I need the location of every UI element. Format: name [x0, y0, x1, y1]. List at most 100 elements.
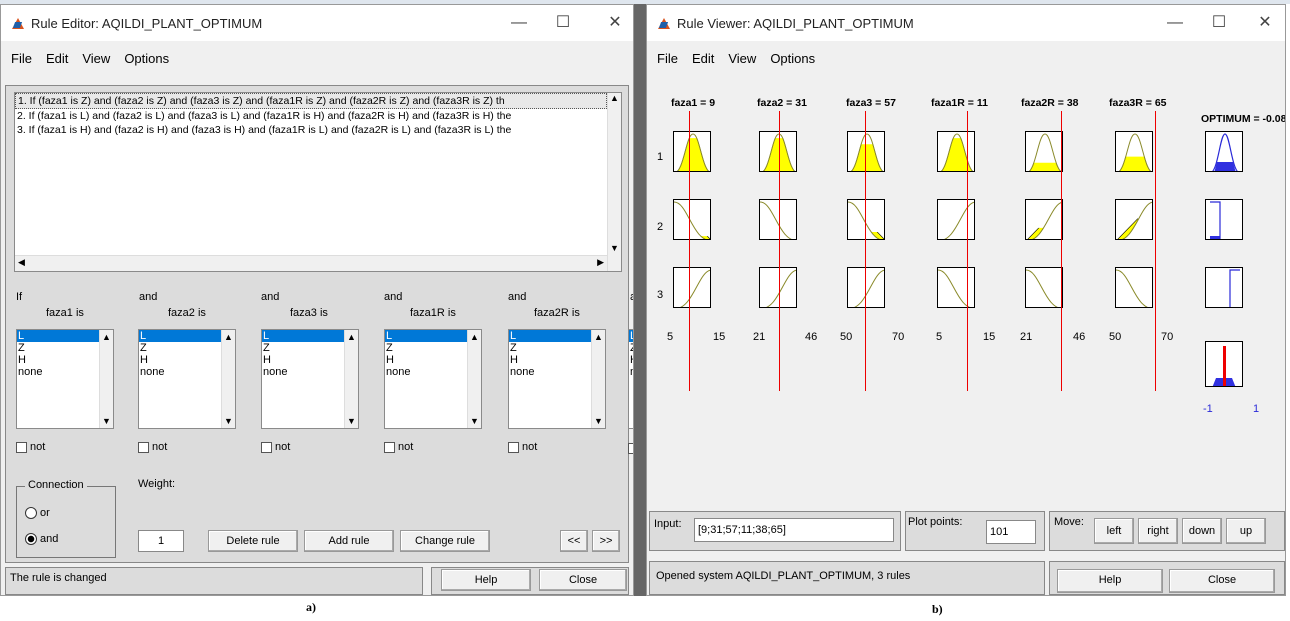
output-mf-fill: [1210, 236, 1220, 239]
var-header-3: faza3 = 57: [846, 97, 896, 109]
input-value-line[interactable]: [1155, 111, 1156, 391]
checkbox-icon[interactable]: [384, 441, 395, 453]
not-checkbox-4[interactable]: not: [384, 441, 413, 453]
chevron-up-icon[interactable]: ▲: [594, 332, 603, 342]
checkbox-icon[interactable]: [138, 441, 149, 453]
rule-list[interactable]: 1. If (faza1 is Z) and (faza2 is Z) and …: [14, 92, 622, 272]
viewer-close-button[interactable]: Close: [1169, 569, 1275, 593]
minimize-icon[interactable]: —: [499, 13, 539, 33]
maximize-icon[interactable]: ☐: [1199, 13, 1239, 33]
rule-item-1[interactable]: 1. If (faza1 is Z) and (faza2 is Z) and …: [15, 93, 607, 109]
faza1R-listbox[interactable]: L Z H none ▲ ▼: [384, 329, 482, 429]
menu-options[interactable]: Options: [124, 51, 169, 73]
option-L[interactable]: L: [17, 330, 99, 342]
next-page-button[interactable]: >>: [592, 530, 620, 552]
matlab-logo-icon: [657, 16, 671, 30]
checkbox-icon[interactable]: [508, 441, 519, 453]
help-button[interactable]: Help: [441, 569, 531, 591]
option-L[interactable]: L: [139, 330, 221, 342]
move-label: Move:: [1054, 516, 1084, 528]
close-icon[interactable]: ✕: [1245, 13, 1285, 33]
faza2-listbox[interactable]: L Z H none ▲ ▼: [138, 329, 236, 429]
rule-item-2[interactable]: 2. If (faza1 is L) and (faza2 is L) and …: [15, 109, 621, 123]
chevron-up-icon[interactable]: ▲: [224, 332, 233, 342]
chevron-left-icon[interactable]: ◀: [18, 257, 25, 268]
chevron-up-icon[interactable]: ▲: [102, 332, 111, 342]
close-button[interactable]: Close: [539, 569, 627, 591]
mf-plot: [673, 131, 711, 172]
menu-edit[interactable]: Edit: [46, 51, 68, 73]
mf-line: [1122, 202, 1152, 239]
maximize-icon[interactable]: ☐: [543, 13, 583, 33]
plot-points-field[interactable]: 101: [986, 520, 1036, 544]
input-value-line[interactable]: [779, 111, 780, 391]
checkbox-icon[interactable]: [261, 441, 272, 453]
chevron-down-icon[interactable]: ▼: [347, 416, 356, 426]
minimize-icon[interactable]: —: [1155, 13, 1195, 33]
chevron-down-icon[interactable]: ▼: [594, 416, 603, 426]
listbox-scrollbar[interactable]: ▲ ▼: [221, 330, 235, 428]
prev-page-button[interactable]: <<: [560, 530, 588, 552]
input-value-line[interactable]: [1061, 111, 1062, 391]
menu-file[interactable]: File: [11, 51, 32, 73]
chevron-down-icon[interactable]: ▼: [102, 416, 111, 426]
faza3-listbox[interactable]: L Z H none ▲ ▼: [261, 329, 359, 429]
chevron-up-icon[interactable]: ▲: [347, 332, 356, 342]
chevron-right-icon[interactable]: ▶: [597, 257, 604, 268]
close-icon[interactable]: ✕: [595, 13, 633, 33]
not-checkbox-1[interactable]: not: [16, 441, 45, 453]
move-down-button[interactable]: down: [1182, 518, 1222, 544]
or-radio[interactable]: or: [25, 507, 50, 520]
move-up-button[interactable]: up: [1226, 518, 1266, 544]
menu-view[interactable]: View: [728, 51, 756, 73]
faza1-listbox[interactable]: L Z H none ▲ ▼: [16, 329, 114, 429]
chevron-down-icon[interactable]: ▼: [470, 416, 479, 426]
change-rule-button[interactable]: Change rule: [400, 530, 490, 552]
mf-fill: [870, 231, 884, 239]
rule-editor-titlebar[interactable]: Rule Editor: AQILDI_PLANT_OPTIMUM — ☐ ✕: [1, 5, 633, 41]
output-header: OPTIMUM = -0.0822: [1201, 113, 1286, 125]
chevron-down-icon[interactable]: ▼: [610, 243, 619, 253]
chevron-down-icon[interactable]: ▼: [224, 416, 233, 426]
menu-file[interactable]: File: [657, 51, 678, 73]
checkbox-icon[interactable]: [16, 441, 27, 453]
menu-view[interactable]: View: [82, 51, 110, 73]
rule-item-3[interactable]: 3. If (faza1 is H) and (faza2 is H) and …: [15, 123, 621, 137]
listbox-scrollbar[interactable]: ▲ ▼: [344, 330, 358, 428]
rule-list-hscrollbar[interactable]: ◀ ▶: [15, 255, 607, 271]
and-radio[interactable]: and: [25, 533, 58, 546]
rule-list-scrollbar[interactable]: ▲ ▼: [607, 93, 621, 271]
input-field[interactable]: [9;31;57;11;38;65]: [694, 518, 894, 542]
input-value-line[interactable]: [689, 111, 690, 391]
menu-options[interactable]: Options: [770, 51, 815, 73]
option-L[interactable]: L: [509, 330, 591, 342]
listbox-scrollbar[interactable]: ▲ ▼: [467, 330, 481, 428]
option-L[interactable]: L: [385, 330, 467, 342]
delete-rule-button[interactable]: Delete rule: [208, 530, 298, 552]
input-value-line[interactable]: [865, 111, 866, 391]
not-checkbox-3[interactable]: not: [261, 441, 290, 453]
range-min-1: 5: [667, 331, 674, 343]
move-left-button[interactable]: left: [1094, 518, 1134, 544]
weight-input[interactable]: 1: [138, 530, 184, 552]
chevron-up-icon[interactable]: ▲: [610, 93, 619, 103]
viewer-help-button[interactable]: Help: [1057, 569, 1163, 593]
listbox-scrollbar[interactable]: ▲ ▼: [591, 330, 605, 428]
rule-viewer-titlebar[interactable]: Rule Viewer: AQILDI_PLANT_OPTIMUM — ☐ ✕: [647, 5, 1285, 41]
listbox-scrollbar[interactable]: ▲ ▼: [99, 330, 113, 428]
not-checkbox-5[interactable]: not: [508, 441, 537, 453]
connection-label: Connection: [25, 479, 87, 491]
menu-edit[interactable]: Edit: [692, 51, 714, 73]
radio-icon[interactable]: [25, 507, 37, 520]
radio-selected-icon[interactable]: [25, 533, 37, 546]
chevron-up-icon[interactable]: ▲: [470, 332, 479, 342]
not-checkbox-2[interactable]: not: [138, 441, 167, 453]
faza2R-listbox[interactable]: L Z H none ▲ ▼: [508, 329, 606, 429]
option-L[interactable]: L: [262, 330, 344, 342]
input-value-line[interactable]: [967, 111, 968, 391]
rule-editor-window: Rule Editor: AQILDI_PLANT_OPTIMUM — ☐ ✕ …: [0, 4, 634, 596]
not-label: not: [522, 441, 538, 453]
range-max-2: 46: [805, 331, 818, 343]
add-rule-button[interactable]: Add rule: [304, 530, 394, 552]
move-right-button[interactable]: right: [1138, 518, 1178, 544]
